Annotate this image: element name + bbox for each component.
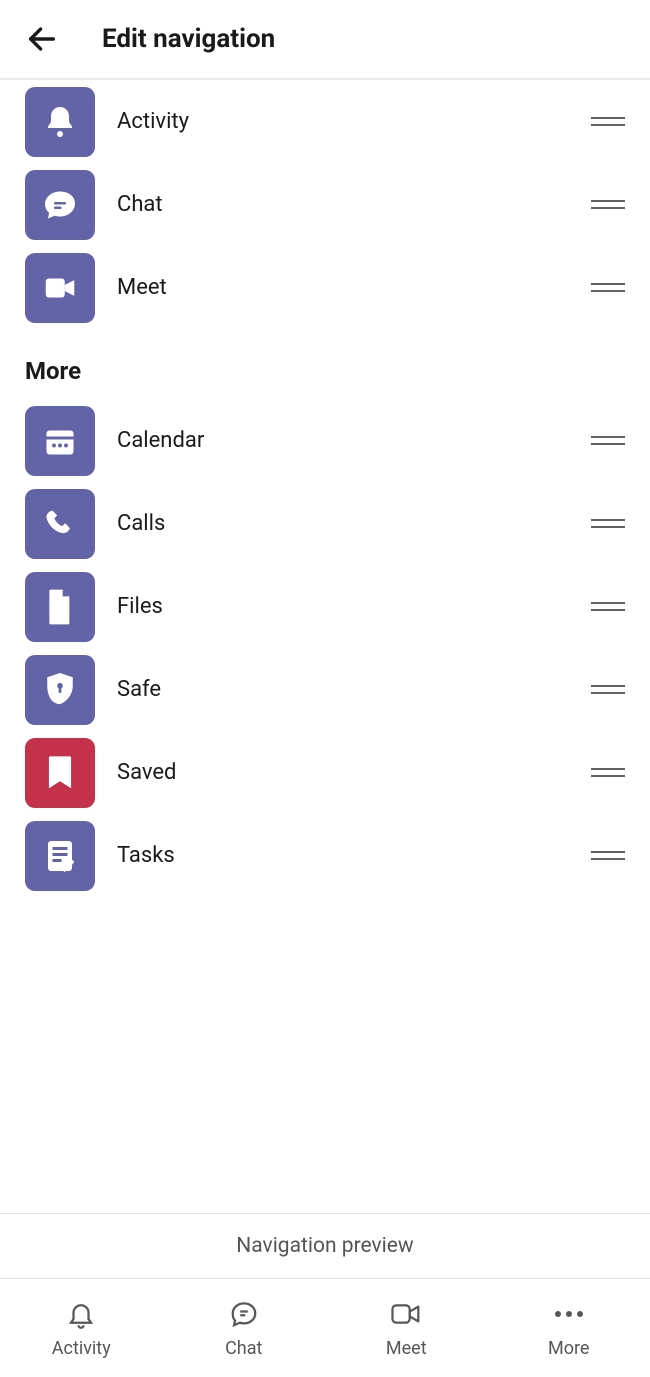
tasks-icon	[25, 821, 95, 891]
back-arrow-icon	[25, 22, 59, 56]
bottom-nav-more[interactable]: More	[488, 1279, 650, 1377]
nav-item-saved[interactable]: Saved	[0, 731, 650, 814]
nav-item-label: Tasks	[117, 843, 569, 868]
nav-item-label: Files	[117, 594, 569, 619]
bell-icon	[25, 87, 95, 157]
more-list: Calendar Calls Files Safe	[0, 399, 650, 897]
drag-handle-icon[interactable]	[591, 519, 625, 528]
bottom-nav-activity[interactable]: Activity	[0, 1279, 163, 1377]
back-button[interactable]	[20, 17, 64, 61]
bell-outline-icon	[64, 1297, 98, 1331]
bottom-nav-label: Activity	[52, 1338, 111, 1359]
nav-item-label: Safe	[117, 677, 569, 702]
more-section-header: More	[0, 329, 650, 399]
bottom-nav-label: Meet	[386, 1338, 427, 1359]
page-title: Edit navigation	[102, 24, 275, 54]
header: Edit navigation	[0, 0, 650, 80]
nav-list-scroll: Activity Chat Meet More Calendar	[0, 80, 650, 1213]
nav-item-chat[interactable]: Chat	[0, 163, 650, 246]
bottom-nav-label: More	[548, 1338, 589, 1359]
nav-item-calendar[interactable]: Calendar	[0, 399, 650, 482]
drag-handle-icon[interactable]	[591, 768, 625, 777]
nav-item-label: Calendar	[117, 428, 569, 453]
drag-handle-icon[interactable]	[591, 436, 625, 445]
bookmark-icon	[25, 738, 95, 808]
nav-item-safe[interactable]: Safe	[0, 648, 650, 731]
nav-item-activity[interactable]: Activity	[0, 80, 650, 163]
nav-item-label: Activity	[117, 109, 569, 134]
navigation-preview-label: Navigation preview	[0, 1213, 650, 1279]
nav-item-label: Saved	[117, 760, 569, 785]
primary-list: Activity Chat Meet	[0, 80, 650, 329]
bottom-nav-chat[interactable]: Chat	[163, 1279, 326, 1377]
drag-handle-icon[interactable]	[591, 851, 625, 860]
bottom-nav-label: Chat	[225, 1338, 262, 1359]
video-icon	[25, 253, 95, 323]
nav-item-files[interactable]: Files	[0, 565, 650, 648]
nav-item-label: Calls	[117, 511, 569, 536]
nav-item-calls[interactable]: Calls	[0, 482, 650, 565]
drag-handle-icon[interactable]	[591, 117, 625, 126]
drag-handle-icon[interactable]	[591, 283, 625, 292]
drag-handle-icon[interactable]	[591, 685, 625, 694]
file-icon	[25, 572, 95, 642]
drag-handle-icon[interactable]	[591, 602, 625, 611]
nav-item-label: Meet	[117, 275, 569, 300]
bottom-nav-meet[interactable]: Meet	[325, 1279, 488, 1377]
drag-handle-icon[interactable]	[591, 200, 625, 209]
shield-icon	[25, 655, 95, 725]
bottom-nav: Activity Chat Meet More	[0, 1279, 650, 1377]
nav-item-label: Chat	[117, 192, 569, 217]
calendar-icon	[25, 406, 95, 476]
phone-icon	[25, 489, 95, 559]
nav-item-tasks[interactable]: Tasks	[0, 814, 650, 897]
more-dots-icon	[552, 1297, 586, 1331]
chat-outline-icon	[227, 1297, 261, 1331]
video-outline-icon	[389, 1297, 423, 1331]
nav-item-meet[interactable]: Meet	[0, 246, 650, 329]
chat-icon	[25, 170, 95, 240]
